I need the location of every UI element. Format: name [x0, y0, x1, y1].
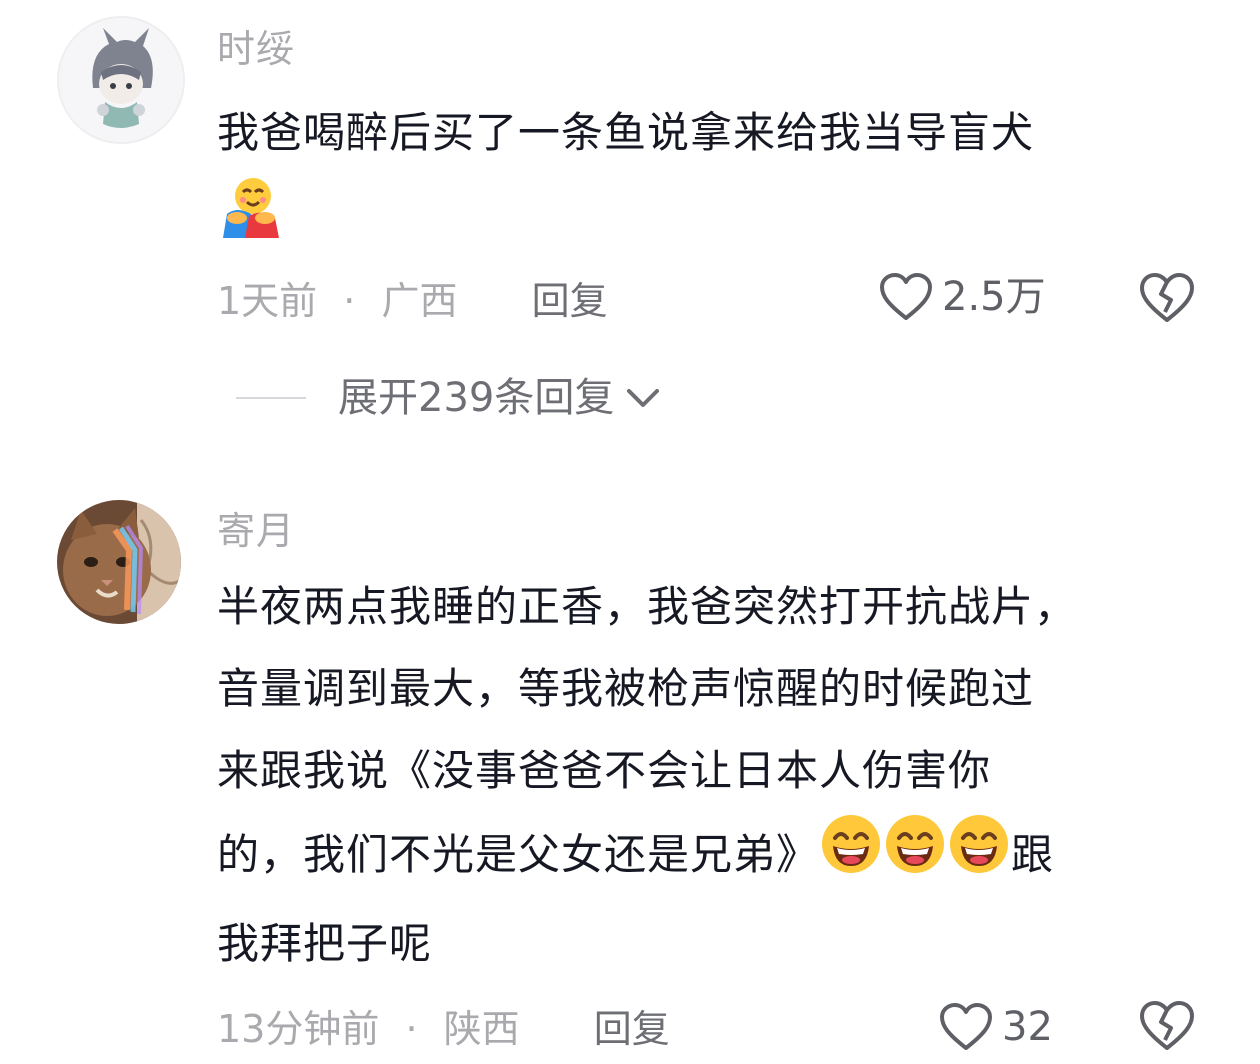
dislike-button[interactable]	[1138, 1000, 1196, 1052]
comment-time: 1天前	[217, 279, 318, 323]
dislike-button[interactable]	[1138, 272, 1196, 324]
hug-emoji	[217, 174, 281, 265]
heart-icon	[940, 1003, 992, 1050]
broken-heart-icon	[1140, 273, 1194, 322]
comment-text-line: 半夜两点我睡的正香，我爸突然打开抗战片，	[217, 582, 1078, 631]
comment-item: 寄月 半夜两点我睡的正香，我爸突然打开抗战片， 音量调到最大，等我被枪声惊醒的时…	[0, 490, 1260, 1064]
anime-character-avatar	[59, 18, 183, 142]
comment-time: 13分钟前	[217, 1007, 380, 1051]
avatar[interactable]	[57, 500, 181, 624]
expand-replies-label: 展开239条回复	[338, 375, 615, 421]
comment-text-line: 我爸喝醉后买了一条鱼说拿来给我当导盲犬	[217, 108, 1035, 157]
comment-meta: 13分钟前 · 陕西 回复	[217, 1010, 670, 1048]
grin-emoji	[883, 812, 947, 903]
comment-text-fragment: 的，我们不光是父女还是兄弟》	[217, 830, 820, 879]
heart-icon	[880, 273, 932, 320]
comment-text: 我爸喝醉后买了一条鱼说拿来给我当导盲犬	[217, 92, 1217, 256]
avatar[interactable]	[57, 16, 185, 144]
comment-text-line: 我拜把子呢	[217, 919, 433, 968]
reply-button[interactable]: 回复	[594, 1007, 670, 1051]
comment-text-line-with-emoji: 的，我们不光是父女还是兄弟》 跟	[217, 812, 1217, 903]
cat-photo-avatar	[57, 500, 181, 624]
grin-emoji	[819, 812, 883, 903]
comment-meta: 1天前 · 广西 回复	[217, 282, 608, 320]
comment-username[interactable]: 寄月	[217, 512, 295, 550]
reply-button[interactable]: 回复	[532, 279, 608, 323]
like-count: 32	[1002, 1004, 1053, 1050]
meta-separator: ·	[343, 279, 356, 323]
comment-text: 半夜两点我睡的正香，我爸突然打开抗战片， 音量调到最大，等我被枪声惊醒的时候跑过…	[217, 566, 1217, 985]
comment-emoji-line	[217, 174, 1217, 256]
like-count: 2.5万	[942, 274, 1046, 320]
divider-line	[236, 397, 306, 399]
broken-heart-icon	[1140, 1001, 1194, 1050]
meta-separator: ·	[405, 1007, 418, 1051]
grin-emoji	[947, 812, 1011, 903]
comment-text-fragment: 跟	[1011, 830, 1055, 879]
comment-location: 广西	[381, 279, 458, 323]
comment-username[interactable]: 时绥	[217, 30, 295, 68]
comment-text-line: 音量调到最大，等我被枪声惊醒的时候跑过	[217, 664, 1035, 713]
comment-text-line: 来跟我说《没事爸爸不会让日本人伤害你	[217, 746, 992, 795]
comment-item: 时绥 我爸喝醉后买了一条鱼说拿来给我当导盲犬 1天前 · 广西 回复 2.5万	[0, 0, 1260, 360]
expand-replies-button[interactable]: 展开239条回复	[236, 378, 662, 418]
chevron-down-icon	[627, 389, 660, 407]
comment-location: 陕西	[443, 1007, 520, 1051]
like-button[interactable]: 2.5万	[878, 272, 1046, 322]
like-button[interactable]: 32	[938, 1002, 1053, 1052]
